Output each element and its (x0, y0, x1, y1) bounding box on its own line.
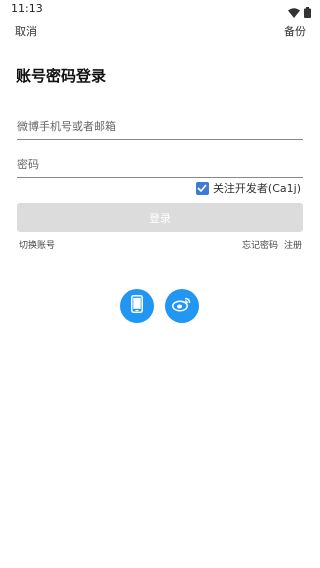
follow-developer-checkbox[interactable] (195, 181, 209, 195)
forgot-password-link[interactable]: 忘记密码 (242, 238, 278, 251)
mobile-phone-icon (131, 295, 143, 317)
weibo-icon (172, 296, 192, 316)
weibo-login-button[interactable] (165, 289, 199, 323)
cancel-button[interactable]: 取消 (15, 23, 37, 39)
password-input[interactable] (17, 156, 303, 173)
account-underline (17, 138, 303, 140)
follow-developer-option[interactable]: 关注开发者(Ca1j) (195, 180, 301, 196)
phone-login-button[interactable] (120, 289, 154, 323)
account-field (17, 115, 303, 140)
follow-developer-label: 关注开发者(Ca1j) (212, 182, 301, 195)
status-bar: 11:13 (0, 0, 320, 18)
status-time: 11:13 (11, 2, 43, 15)
password-underline (17, 176, 303, 178)
checkmark-icon (197, 184, 208, 192)
backup-button[interactable]: 备份 (284, 23, 306, 39)
top-bar: 取消 备份 (0, 20, 320, 42)
page-title: 账号密码登录 (16, 67, 107, 85)
register-link[interactable]: 注册 (284, 238, 302, 251)
switch-account-link[interactable]: 切换账号 (19, 238, 55, 251)
login-button[interactable]: 登录 (17, 203, 303, 232)
account-input[interactable] (17, 118, 303, 135)
password-field (17, 153, 303, 178)
